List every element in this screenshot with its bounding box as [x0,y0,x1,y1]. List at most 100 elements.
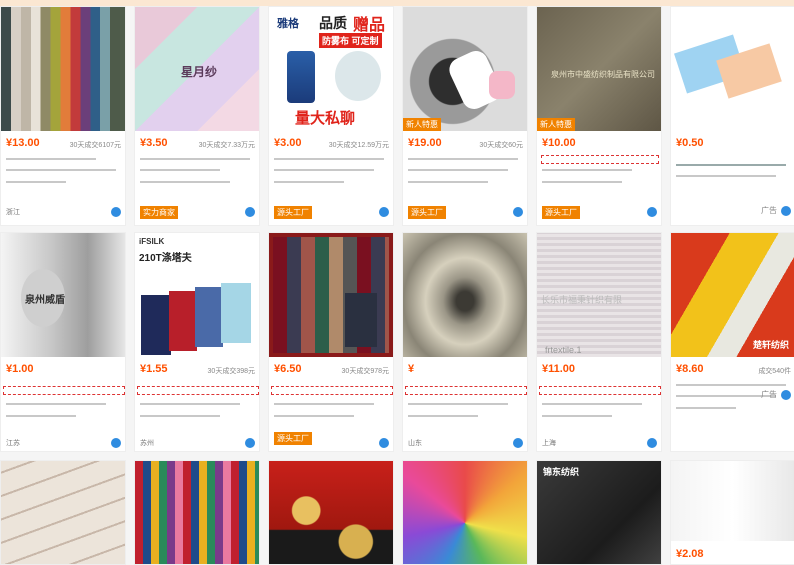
wangwang-icon[interactable] [781,206,791,216]
price: ¥11.00 [542,363,576,375]
wangwang-icon[interactable] [379,207,389,217]
title-line [408,158,518,160]
product-card[interactable]: 锦东纺织 [536,460,662,565]
cloth-image [335,51,381,101]
highlight-box [137,386,259,395]
product-card[interactable] [0,460,126,565]
watermark: 长乐市福秉针织有限 [541,295,623,305]
sales-count: 30天成交12.59万元 [328,142,389,149]
wangwang-icon[interactable] [513,207,523,217]
product-image[interactable] [671,461,794,541]
wangwang-icon[interactable] [647,438,657,448]
title-line [676,384,786,386]
wangwang-icon[interactable] [781,390,791,400]
price: ¥3.00 [274,137,302,149]
product-image[interactable]: iFSILK 210T涤塔夫 [135,233,259,357]
price: ¥8.60 [676,363,704,375]
meta-line [408,415,478,417]
price: ¥6.50 [274,363,302,375]
product-card[interactable]: iFSILK 210T涤塔夫 ¥1.55 30天成交398元 苏州 [134,232,260,452]
gift-label: 赠品 [353,17,386,34]
badge-factory: 源头工厂 [274,206,312,219]
title-line [676,164,786,166]
meta-line [408,181,488,183]
meta-line [542,181,622,183]
badge-new: 新人特惠 [537,118,575,131]
product-image[interactable] [135,461,259,564]
meta-line [6,181,66,183]
wangwang-icon[interactable] [647,207,657,217]
product-image[interactable] [1,461,125,564]
product-image[interactable]: 星月纱 [135,7,259,131]
product-image[interactable]: 锦东纺织 [537,461,661,564]
product-card[interactable] [402,460,528,565]
sales-count: 30天成交6107元 [69,142,121,149]
sub-headline: 防雾布 可定制 [319,33,382,48]
wangwang-icon[interactable] [245,207,255,217]
product-image[interactable] [269,233,393,357]
product-image[interactable] [1,7,125,131]
product-image[interactable] [671,7,794,131]
brand-logo: iFSILK [139,237,165,246]
wangwang-icon[interactable] [111,438,121,448]
ad-label: 广告 [761,390,777,399]
wangwang-icon[interactable] [513,438,523,448]
meta-line [6,415,76,417]
product-image[interactable]: 长乐市福秉针织有限 frtextile.1 [537,233,661,357]
sales-count: 30天成交398元 [207,368,255,375]
badge-new: 新人特惠 [403,118,441,131]
product-card[interactable] [134,460,260,565]
product-image[interactable]: 雅格 品质 赠品 防雾布 可定制 量大私聊 [269,7,393,131]
product-image[interactable]: 泉州威盾 [1,233,125,357]
title-line [6,403,106,405]
wangwang-icon[interactable] [111,207,121,217]
product-image[interactable]: 新人特惠 [403,7,527,131]
brand-logo: 雅格 [277,18,299,30]
thumb-text: 210T涤塔夫 [139,253,192,264]
location: 苏州 [140,440,154,447]
price: ¥3.50 [140,137,168,149]
product-card[interactable]: ¥2.08 [670,460,794,565]
product-image[interactable]: 楚轩纺织 [671,233,794,357]
product-card[interactable]: 泉州市中盛纺织制品有限公司 新人特惠 ¥10.00 源头工厂 [536,6,662,226]
meta-line [676,407,736,409]
product-image[interactable] [403,233,527,357]
wangwang-icon[interactable] [245,438,255,448]
meta-line [140,181,230,183]
product-card[interactable]: ¥ 山东 [402,232,528,452]
wangwang-icon[interactable] [379,438,389,448]
title-line [140,403,240,405]
product-image[interactable] [403,461,527,564]
title-line [542,169,632,171]
product-card[interactable]: 雅格 品质 赠品 防雾布 可定制 量大私聊 ¥3.00 30天成交12.59万元… [268,6,394,226]
product-card[interactable] [268,460,394,565]
title-line [6,158,96,160]
product-card[interactable]: 星月纱 ¥3.50 30天成交7.33万元 实力商家 [134,6,260,226]
badge-factory: 源头工厂 [274,432,312,445]
sales-count: 成交540件 [758,368,791,375]
product-card[interactable]: 新人特惠 ¥19.00 30天成交60元 源头工厂 [402,6,528,226]
site-watermark: frtextile.1 [545,345,582,355]
location: 江苏 [6,440,20,447]
brand-logo: 锦东纺织 [543,467,580,477]
swatch [169,291,197,351]
product-card[interactable]: 泉州威盾 ¥1.00 江苏 [0,232,126,452]
highlight-box [539,386,661,395]
location: 上海 [542,440,556,447]
price: ¥19.00 [408,137,442,149]
product-image[interactable]: 泉州市中盛纺织制品有限公司 新人特惠 [537,7,661,131]
meta-line [274,415,354,417]
meta-line [274,181,344,183]
product-card[interactable]: ¥13.00 30天成交6107元 浙江 [0,6,126,226]
price: ¥0.50 [676,137,704,149]
product-card[interactable]: 长乐市福秉针织有限 frtextile.1 ¥11.00 上海 [536,232,662,452]
model-photo [345,293,377,347]
price: ¥13.00 [6,137,40,149]
product-card[interactable]: ¥0.50 广告 [670,6,794,226]
product-card[interactable]: ¥6.50 30天成交978元 源头工厂 [268,232,394,452]
product-card[interactable]: 楚轩纺织 ¥8.60 成交540件 广告 [670,232,794,452]
title-line [542,403,642,405]
product-image[interactable] [269,461,393,564]
logo-text: 楚轩纺织 [752,340,789,350]
swatch [195,287,223,347]
